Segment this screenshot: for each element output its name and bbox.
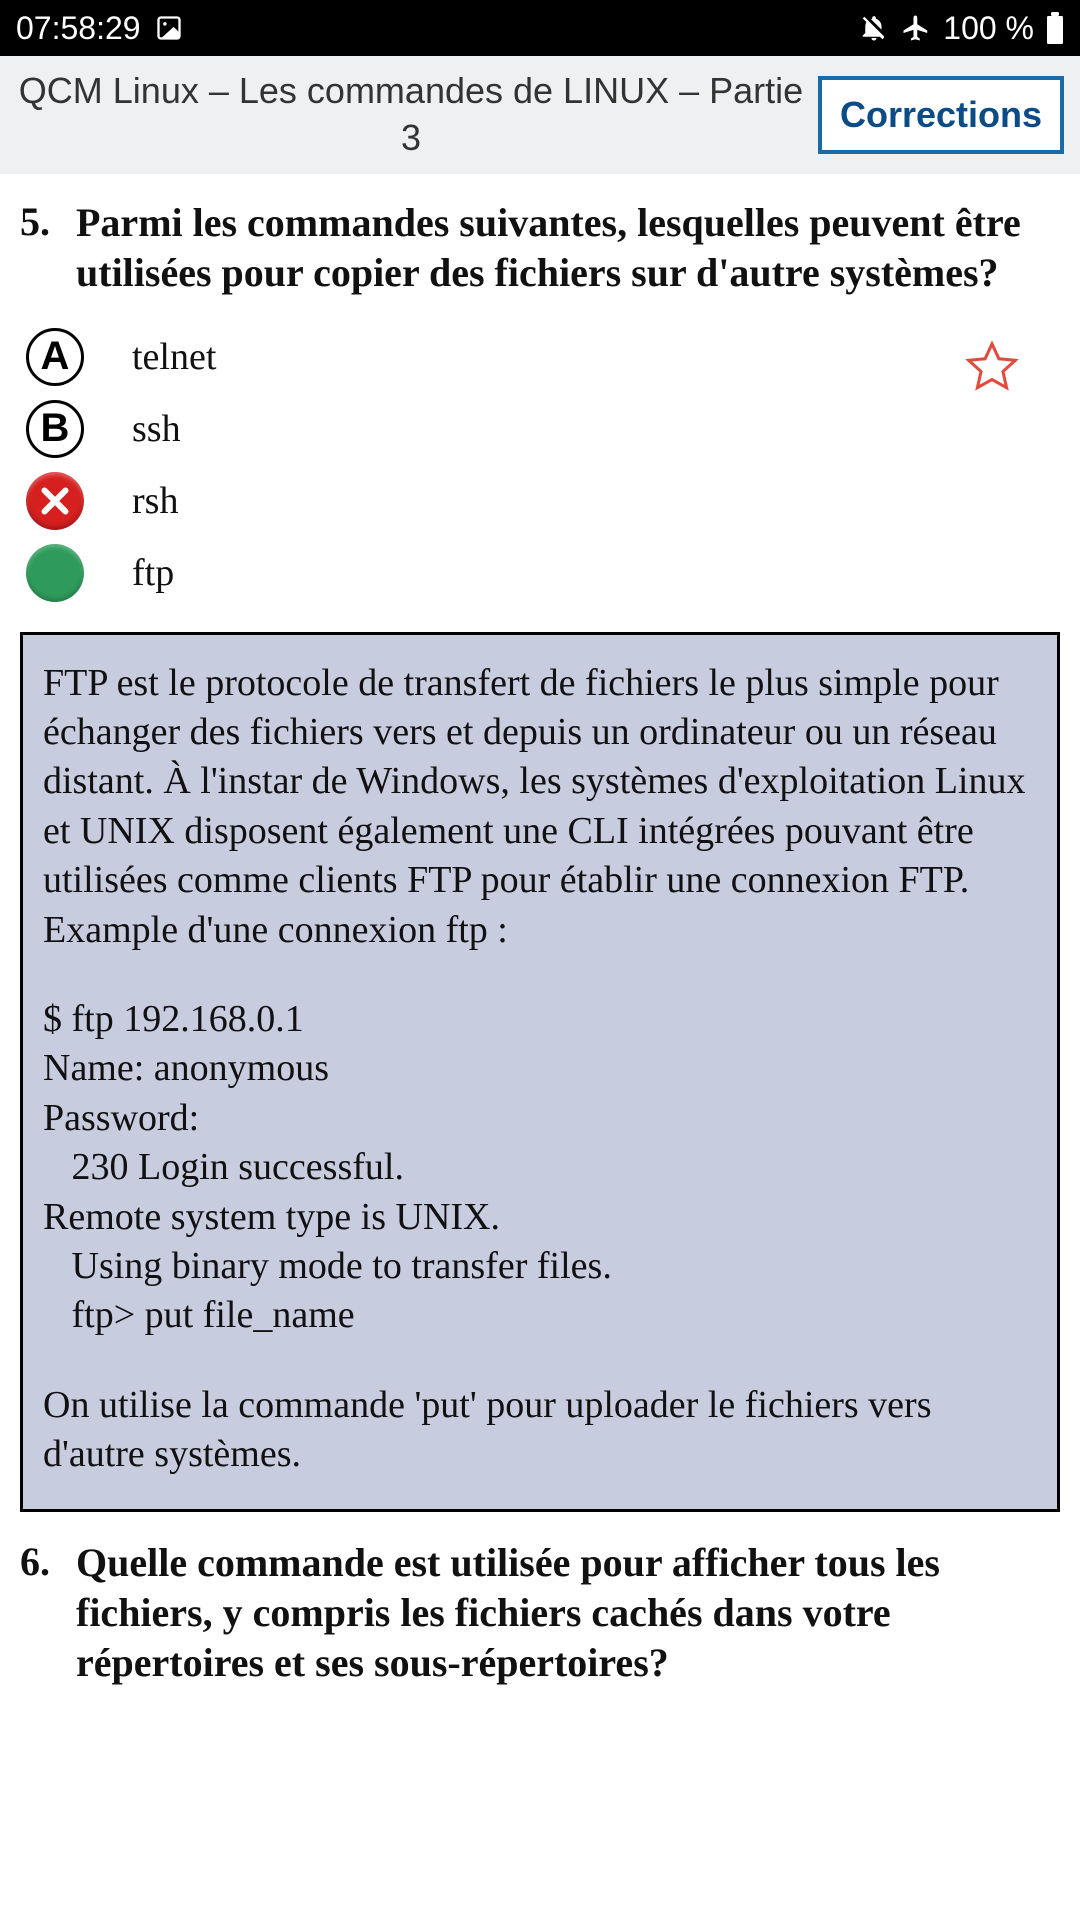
answer-option-b[interactable]: B ssh — [20, 400, 1060, 458]
explanation-box: FTP est le protocole de transfert de fic… — [20, 632, 1060, 1513]
question-text: Quelle commande est utilisée pour affich… — [76, 1538, 1060, 1688]
question-header: 5. Parmi les commandes suivantes, lesque… — [20, 198, 1060, 298]
correct-answer-icon — [26, 544, 84, 602]
answer-text: telnet — [132, 335, 216, 379]
answers-list: A telnet B ssh rsh ftp — [20, 328, 1060, 602]
battery-percent: 100 % — [943, 10, 1034, 47]
answer-text: ftp — [132, 551, 174, 595]
page-title: QCM Linux – Les commandes de LINUX – Par… — [16, 68, 806, 162]
explanation-paragraph-2: On utilise la commande 'put' pour upload… — [43, 1381, 1037, 1480]
question-number: 5. — [20, 198, 66, 298]
airplane-mode-icon — [901, 13, 931, 43]
image-icon — [155, 14, 183, 42]
question-number: 6. — [20, 1538, 66, 1688]
answer-text: ssh — [132, 407, 181, 451]
status-left: 07:58:29 — [16, 10, 183, 47]
wrong-answer-icon — [26, 472, 84, 530]
favorite-star-icon[interactable] — [964, 338, 1020, 399]
answer-option-d[interactable]: ftp — [20, 544, 1060, 602]
question-text: Parmi les commandes suivantes, lesquelle… — [76, 198, 1060, 298]
explanation-terminal: $ ftp 192.168.0.1 Name: anonymous Passwo… — [43, 995, 1037, 1341]
answer-letter-icon: B — [26, 400, 84, 458]
notifications-off-icon — [859, 13, 889, 43]
answer-text: rsh — [132, 479, 178, 523]
answer-letter-icon: A — [26, 328, 84, 386]
status-right: 100 % — [859, 10, 1064, 47]
status-bar: 07:58:29 100 % — [0, 0, 1080, 56]
content: 5. Parmi les commandes suivantes, lesque… — [0, 174, 1080, 1743]
corrections-button[interactable]: Corrections — [818, 76, 1064, 154]
question-6: 6. Quelle commande est utilisée pour aff… — [20, 1538, 1060, 1688]
explanation-paragraph-1: FTP est le protocole de transfert de fic… — [43, 659, 1037, 955]
answer-option-c[interactable]: rsh — [20, 472, 1060, 530]
question-5: 5. Parmi les commandes suivantes, lesque… — [20, 198, 1060, 602]
status-time: 07:58:29 — [16, 10, 141, 47]
answer-option-a[interactable]: A telnet — [20, 328, 1060, 386]
question-header: 6. Quelle commande est utilisée pour aff… — [20, 1538, 1060, 1688]
app-header: QCM Linux – Les commandes de LINUX – Par… — [0, 56, 1080, 174]
battery-icon — [1046, 12, 1064, 44]
